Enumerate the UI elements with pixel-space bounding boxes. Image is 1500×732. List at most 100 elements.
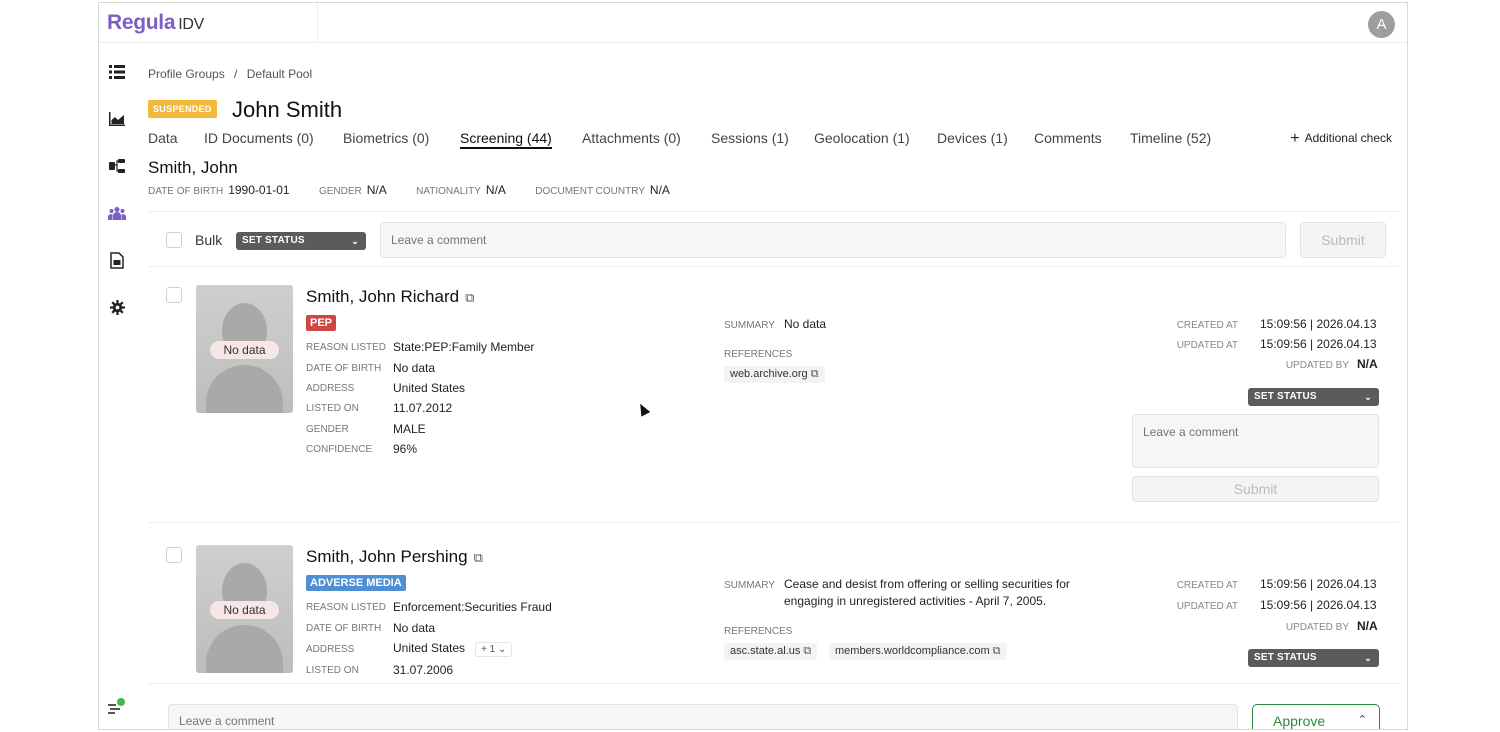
gender-label: GENDER: [306, 424, 349, 435]
updated-at-label: UPDATED AT: [1176, 340, 1238, 351]
silhouette-body: [206, 365, 283, 413]
external-link-icon: ⧉: [465, 290, 475, 305]
silhouette-body: [206, 625, 283, 673]
match-comment-input[interactable]: [1132, 414, 1379, 468]
match-name-link[interactable]: Smith, John Richard ⧉: [306, 287, 474, 307]
brand-product: IDV: [178, 16, 204, 33]
tab-data[interactable]: Data: [148, 130, 178, 146]
match-name-link[interactable]: Smith, John Pershing ⧉: [306, 547, 483, 567]
updated-by-label: UPDATED BY: [1285, 622, 1349, 633]
match-checkbox[interactable]: [166, 547, 182, 563]
status-badge: SUSPENDED: [148, 100, 217, 118]
tab-biometrics[interactable]: Biometrics (0): [343, 130, 429, 146]
pep-badge: PEP: [306, 315, 337, 331]
references-label: REFERENCES: [724, 349, 793, 360]
updated-by-value: N/A: [1357, 357, 1378, 371]
reference-text: members.worldcompliance.com: [835, 645, 990, 657]
document-icon[interactable]: [108, 251, 126, 269]
reason-listed-label: REASON LISTED: [306, 342, 387, 353]
reference-text: web.archive.org: [730, 368, 808, 380]
confidence-label: CONFIDENCE: [306, 444, 373, 455]
references-label: REFERENCES: [724, 626, 793, 637]
status-icon[interactable]: [108, 698, 126, 716]
match-card: No data Smith, John Richard ⧉ PEP REASON …: [148, 273, 1398, 523]
tab-comments[interactable]: Comments: [1034, 130, 1102, 146]
summary-value: No data: [784, 317, 827, 331]
match-photo-placeholder: No data: [196, 545, 293, 673]
tab-id-documents[interactable]: ID Documents (0): [204, 130, 314, 146]
plus-icon: +: [1290, 130, 1300, 147]
nationality-label: NATIONALITY: [416, 186, 481, 197]
page-title: John Smith: [232, 97, 343, 122]
reason-listed-value: Enforcement:Securities Fraud: [393, 600, 552, 614]
chevron-down-icon: ⌄: [1364, 392, 1372, 402]
subject-name: Smith, John: [148, 158, 238, 177]
address-text: United States: [393, 641, 466, 655]
reference-text: asc.state.al.us: [730, 645, 801, 657]
breadcrumb-item-default-pool[interactable]: Default Pool: [247, 67, 312, 81]
approve-label: Approve: [1273, 713, 1326, 729]
address-value: United States: [393, 381, 466, 395]
confidence-value: 96%: [393, 442, 418, 456]
bulk-checkbox[interactable]: [166, 232, 182, 248]
match-set-status-dropdown[interactable]: SET STATUS ⌄: [1248, 649, 1379, 667]
chevron-up-icon: ⌃: [1357, 714, 1367, 726]
reference-link[interactable]: asc.state.al.us ⧉: [724, 643, 818, 660]
approve-button[interactable]: Approve ⌃: [1252, 704, 1380, 729]
reference-link[interactable]: web.archive.org ⧉: [724, 366, 825, 383]
tab-sessions[interactable]: Sessions (1): [711, 130, 789, 146]
bulk-submit-button[interactable]: Submit: [1300, 222, 1386, 258]
chevron-down-icon: ⌄: [351, 236, 359, 246]
listed-on-label: LISTED ON: [306, 403, 359, 414]
users-icon[interactable]: [108, 204, 126, 222]
tab-bar: Data ID Documents (0) Biometrics (0) Scr…: [148, 130, 1398, 152]
tab-timeline[interactable]: Timeline (52): [1130, 130, 1211, 146]
gear-icon[interactable]: [108, 298, 126, 316]
decision-bar: Approve ⌃: [148, 683, 1398, 729]
dob-label: DATE OF BIRTH: [306, 363, 382, 374]
set-status-label: SET STATUS: [242, 235, 305, 246]
match-submit-button[interactable]: Submit: [1132, 476, 1379, 502]
dob-value: No data: [393, 621, 436, 635]
dob-label: DATE OF BIRTH: [306, 623, 382, 634]
additional-check-button[interactable]: + Additional check: [1290, 130, 1392, 148]
set-status-label: SET STATUS: [1254, 391, 1317, 402]
list-icon[interactable]: [108, 63, 126, 81]
user-avatar[interactable]: A: [1368, 11, 1395, 38]
address-label: ADDRESS: [306, 383, 355, 394]
address-label: ADDRESS: [306, 644, 355, 655]
brand-logo[interactable]: Regula IDV: [107, 11, 204, 35]
additional-check-label: Additional check: [1304, 131, 1392, 145]
dob-label: DATE OF BIRTH: [148, 186, 224, 197]
updated-at-label: UPDATED AT: [1176, 601, 1238, 612]
match-name: Smith, John Richard: [306, 287, 460, 306]
tab-devices[interactable]: Devices (1): [937, 130, 1008, 146]
reason-listed-label: REASON LISTED: [306, 602, 387, 613]
bulk-set-status-dropdown[interactable]: SET STATUS ⌄: [236, 232, 366, 250]
created-at-label: CREATED AT: [1176, 320, 1238, 331]
match-checkbox[interactable]: [166, 287, 182, 303]
address-value: United States + 1 ⌄: [393, 641, 513, 657]
bulk-label: Bulk: [195, 232, 223, 248]
doc-country-label: DOCUMENT COUNTRY: [535, 186, 645, 197]
top-bar: Regula IDV A: [99, 3, 1407, 43]
decision-comment-input[interactable]: [168, 704, 1238, 729]
tab-attachments[interactable]: Attachments (0): [582, 130, 681, 146]
reference-link[interactable]: members.worldcompliance.com ⧉: [829, 643, 1007, 660]
updated-at-value: 15:09:56 | 2026.04.13: [1260, 337, 1377, 351]
tab-geolocation[interactable]: Geolocation (1): [814, 130, 910, 146]
workflow-icon[interactable]: [108, 157, 126, 175]
side-nav: [99, 43, 135, 729]
match-set-status-dropdown[interactable]: SET STATUS ⌄: [1248, 388, 1379, 406]
bulk-comment-input[interactable]: [380, 222, 1286, 258]
breadcrumb-item-profile-groups[interactable]: Profile Groups: [148, 67, 225, 81]
match-card: No data Smith, John Pershing ⧉ ADVERSE ME…: [148, 533, 1398, 683]
address-more-dropdown[interactable]: + 1 ⌄: [475, 642, 513, 657]
chart-icon[interactable]: [108, 110, 126, 128]
listed-on-value: 31.07.2006: [393, 663, 454, 677]
doc-country-value: N/A: [649, 183, 670, 197]
match-name: Smith, John Pershing: [306, 547, 468, 566]
tab-screening[interactable]: Screening (44): [460, 130, 552, 149]
listed-on-value: 11.07.2012: [393, 401, 453, 415]
brand-name: Regula: [107, 11, 176, 34]
